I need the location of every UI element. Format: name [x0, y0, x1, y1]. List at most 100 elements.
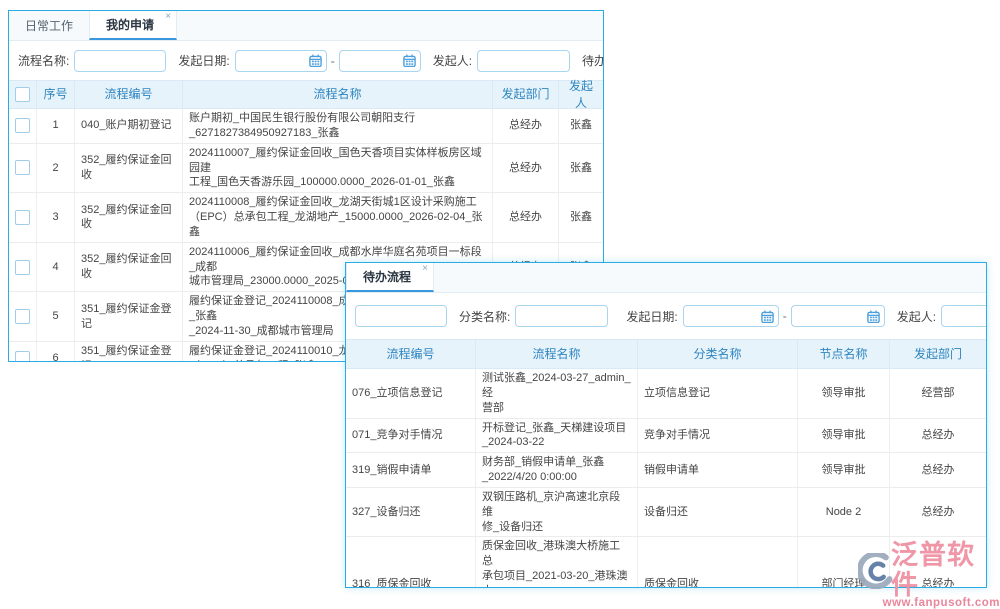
date-separator: - [331, 54, 335, 68]
header-start-dept: 发起部门 [890, 340, 986, 368]
cell-starter: 张鑫 [559, 193, 603, 242]
fanpu-logo-icon [858, 553, 894, 589]
header-process-name: 流程名称 [476, 340, 638, 368]
cell-seq: 4 [37, 243, 75, 292]
calendar-icon[interactable] [761, 310, 774, 323]
cell-name: 双钢压路机_京沪高速北京段维 修_设备归还 [476, 488, 638, 537]
assignee-label: 待办人: [582, 52, 604, 69]
header-starter: 发起人 [559, 81, 603, 108]
header-node-name: 节点名称 [798, 340, 890, 368]
cell-starter: 张鑫 [559, 109, 603, 143]
cell-dept: 总经办 [890, 488, 986, 537]
cell-code: 071_竞争对手情况 [346, 419, 476, 453]
cell-code: 352_履约保证金回收 [75, 193, 183, 242]
cell-name: 2024110007_履约保证金回收_国色天香项目实体样板房区域园建 工程_国色… [183, 144, 493, 193]
row-checkbox[interactable] [15, 160, 30, 175]
tab-daily-work[interactable]: 日常工作 [9, 11, 89, 40]
cell-category: 竞争对手情况 [638, 419, 798, 453]
cell-dept: 总经办 [890, 453, 986, 487]
calendar-icon[interactable] [403, 54, 416, 67]
cell-dept: 总经办 [890, 419, 986, 453]
front-filter-bar: 分类名称: 发起日期: - 发起人: [346, 293, 986, 339]
category-label: 分类名称: [459, 308, 510, 325]
cell-code: 319_销假申请单 [346, 453, 476, 487]
cell-seq: 5 [37, 292, 75, 341]
header-seq: 序号 [37, 81, 75, 108]
back-filter-bar: 流程名称: 发起日期: - 发起人: 待办人: [9, 41, 603, 80]
table-row[interactable]: 319_销假申请单 财务部_销假申请单_张鑫 _2022/4/20 0:00:0… [346, 453, 986, 488]
header-process-code: 流程编号 [75, 81, 183, 108]
cell-code: 327_设备归还 [346, 488, 476, 537]
table-row[interactable]: 327_设备归还 双钢压路机_京沪高速北京段维 修_设备归还 设备归还 Node… [346, 488, 986, 538]
table-row[interactable]: 076_立项信息登记 测试张鑫_2024-03-27_admin_经 营部 立项… [346, 369, 986, 419]
cell-category: 质保金回收 [638, 537, 798, 588]
header-process-name: 流程名称 [183, 81, 493, 108]
start-date-label: 发起日期: [626, 308, 677, 325]
starter-label: 发起人: [433, 52, 472, 69]
row-checkbox[interactable] [15, 351, 30, 362]
process-name-input[interactable] [74, 50, 166, 72]
cell-seq: 3 [37, 193, 75, 242]
row-checkbox[interactable] [15, 309, 30, 324]
cell-dept: 总经办 [493, 193, 559, 242]
cell-code: 316_质保金回收 [346, 537, 476, 588]
cell-name: 账户期初_中国民生银行股份有限公司朝阳支行 _62718273849509271… [183, 109, 493, 143]
back-table-header: 序号 流程编号 流程名称 发起部门 发起人 [9, 80, 603, 109]
cell-category: 销假申请单 [638, 453, 798, 487]
header-start-dept: 发起部门 [493, 81, 559, 108]
process-name-input[interactable] [355, 305, 447, 327]
start-date-label: 发起日期: [178, 52, 229, 69]
table-row[interactable]: 071_竞争对手情况 开标登记_张鑫_天梯建设项目 _2024-03-22 竞争… [346, 419, 986, 454]
starter-input[interactable] [477, 50, 570, 72]
starter-input[interactable] [941, 305, 987, 327]
date-separator: - [783, 309, 787, 323]
cell-code: 351_履约保证金登记 [75, 292, 183, 341]
cell-node: 领导审批 [798, 369, 890, 418]
cell-seq: 2 [37, 144, 75, 193]
row-checkbox[interactable] [15, 260, 30, 275]
close-icon[interactable]: × [165, 12, 171, 22]
watermark-brand: 泛普软件 [891, 541, 1000, 600]
cell-code: 352_履约保证金回收 [75, 243, 183, 292]
tab-my-applications-label: 我的申请 [106, 16, 154, 33]
cell-name: 财务部_销假申请单_张鑫 _2022/4/20 0:00:00 [476, 453, 638, 487]
table-row[interactable]: 2 352_履约保证金回收 2024110007_履约保证金回收_国色天香项目实… [9, 144, 603, 194]
cell-name: 测试张鑫_2024-03-27_admin_经 营部 [476, 369, 638, 418]
back-tab-bar: 日常工作 我的申请 × [9, 11, 603, 41]
tab-my-applications[interactable]: 我的申请 × [89, 11, 177, 40]
cell-dept: 总经办 [493, 144, 559, 193]
cell-node: 领导审批 [798, 419, 890, 453]
row-checkbox[interactable] [15, 210, 30, 225]
cell-seq: 1 [37, 109, 75, 143]
table-row[interactable]: 1 040_账户期初登记 账户期初_中国民生银行股份有限公司朝阳支行 _6271… [9, 109, 603, 144]
front-table-header: 流程编号 流程名称 分类名称 节点名称 发起部门 [346, 339, 986, 369]
cell-code: 076_立项信息登记 [346, 369, 476, 418]
header-process-code: 流程编号 [346, 340, 476, 368]
cell-seq: 6 [37, 342, 75, 362]
front-tab-bar: 待办流程 × [346, 263, 986, 293]
calendar-icon[interactable] [309, 54, 322, 67]
process-name-label: 流程名称: [18, 52, 69, 69]
fanpu-watermark: 泛普软件 www.fanpusoft.com [858, 541, 1000, 609]
cell-dept: 总经办 [493, 109, 559, 143]
cell-name: 2024110008_履约保证金回收_龙湖天街城1区设计采购施工 （EPC）总承… [183, 193, 493, 242]
table-row[interactable]: 3 352_履约保证金回收 2024110008_履约保证金回收_龙湖天街城1区… [9, 193, 603, 243]
calendar-icon[interactable] [867, 310, 880, 323]
cell-node: Node 2 [798, 488, 890, 537]
cell-name: 质保金回收_港珠澳大桥施工总 承包项目_2021-03-20_港珠澳大 桥施工总… [476, 537, 638, 588]
cell-category: 设备归还 [638, 488, 798, 537]
row-checkbox[interactable] [15, 118, 30, 133]
cell-name: 开标登记_张鑫_天梯建设项目 _2024-03-22 [476, 419, 638, 453]
cell-code: 352_履约保证金回收 [75, 144, 183, 193]
header-category-name: 分类名称 [638, 340, 798, 368]
select-all-checkbox[interactable] [15, 87, 30, 102]
category-input[interactable] [515, 305, 608, 327]
cell-dept: 经营部 [890, 369, 986, 418]
cell-starter: 张鑫 [559, 144, 603, 193]
tab-pending-processes-label: 待办流程 [363, 268, 411, 285]
cell-code: 351_履约保证金登记 [75, 342, 183, 362]
cell-category: 立项信息登记 [638, 369, 798, 418]
close-icon[interactable]: × [422, 264, 428, 274]
starter-label: 发起人: [897, 308, 936, 325]
tab-pending-processes[interactable]: 待办流程 × [346, 263, 434, 292]
